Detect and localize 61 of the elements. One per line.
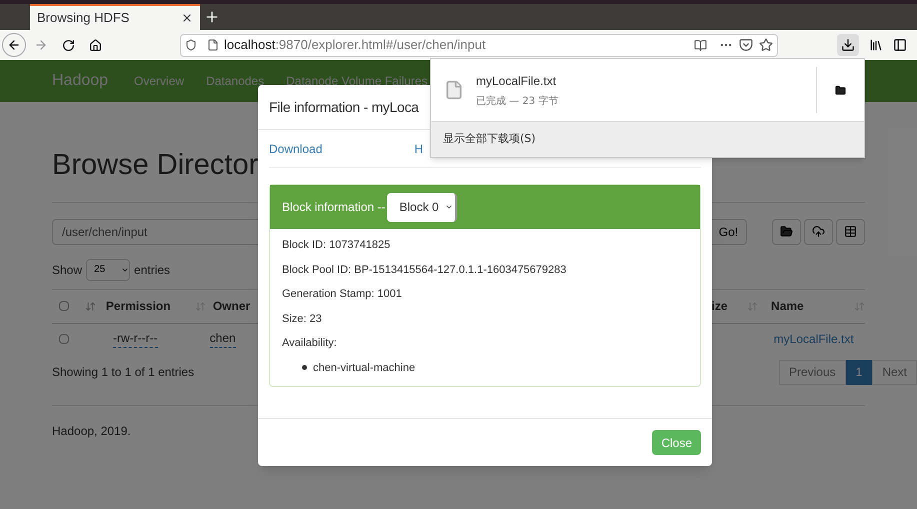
folder-button[interactable] [772, 218, 802, 244]
column-header[interactable]: ize [712, 297, 748, 315]
owner-cell: chen [210, 329, 236, 348]
pagination-button[interactable]: Previous [778, 360, 846, 384]
cloud-upload-icon [812, 225, 826, 238]
back-button[interactable] [2, 33, 26, 57]
caret-icon [445, 203, 454, 211]
block-field: Size: 23 [282, 310, 688, 327]
forward-icon[interactable] [34, 38, 48, 52]
reader-icon[interactable] [694, 38, 707, 52]
folder-open-icon [780, 225, 794, 238]
show-all-downloads[interactable]: 显示全部下载项(S) [431, 121, 864, 157]
block-select[interactable]: Block 0 [387, 192, 458, 222]
column-header[interactable]: Name [771, 297, 854, 315]
close-icon [181, 12, 193, 24]
block-field: Block ID: 1073741825 [282, 237, 688, 254]
download-icon [841, 38, 855, 52]
footer-text: Hadoop, 2019. [52, 422, 132, 440]
page-size-select[interactable]: 25 [86, 258, 130, 280]
url-text: localhost:9870/explorer.html#/user/chen/input [224, 36, 486, 54]
bullet-icon [302, 365, 307, 370]
library-icon[interactable] [869, 38, 883, 52]
shield-icon [185, 39, 197, 51]
page-icon [207, 39, 219, 51]
upload-button[interactable] [804, 218, 834, 244]
permission-cell: -rw-r--r-- [113, 329, 158, 348]
column-header[interactable]: Permission [106, 297, 195, 315]
table-button[interactable] [836, 218, 865, 244]
show-label: Show [52, 262, 82, 278]
row-checkbox[interactable] [59, 334, 69, 344]
pagination-button[interactable]: Next [872, 360, 917, 384]
host-name: chen-virtual-machine [313, 360, 416, 376]
home-icon[interactable] [89, 38, 102, 52]
entries-label: entries [134, 262, 170, 278]
sort-icon [194, 300, 206, 312]
sidebar-icon[interactable] [893, 38, 907, 52]
download-file-name[interactable]: myLocalFile.txt [476, 72, 558, 90]
file-name-link[interactable]: myLocalFile.txt [774, 330, 854, 348]
table-icon [844, 225, 857, 238]
download-status: 已完成 — 23 字节 [476, 94, 558, 108]
pagination-button[interactable]: 1 [846, 360, 872, 384]
folder-icon[interactable] [835, 84, 846, 96]
table-info: Showing 1 to 1 of 1 entries [52, 364, 194, 381]
pocket-icon[interactable] [739, 38, 753, 52]
sort-icon [747, 300, 758, 312]
modal-title: File information - myLoca [269, 98, 419, 117]
block-field: Block Pool ID: BP-1513415564-127.0.1.1-1603475679283 [282, 262, 688, 278]
url-field[interactable]: localhost:9870/explorer.html#/user/chen/input [180, 34, 778, 56]
browser-tab[interactable]: Browsing HDFS [30, 4, 200, 30]
star-icon[interactable] [759, 38, 773, 52]
reload-icon[interactable] [62, 38, 75, 52]
block-field: Generation Stamp: 1001 [282, 286, 688, 302]
block-field: Availability: [282, 335, 688, 352]
sort-icon [854, 300, 866, 312]
download-button[interactable] [837, 34, 859, 56]
checkbox[interactable] [59, 301, 69, 311]
close-button[interactable]: Close [652, 430, 701, 455]
text-file-icon [444, 78, 464, 102]
sort-icon [85, 300, 96, 312]
go-button[interactable]: Go! [710, 218, 748, 244]
new-tab-icon[interactable] [204, 9, 220, 25]
